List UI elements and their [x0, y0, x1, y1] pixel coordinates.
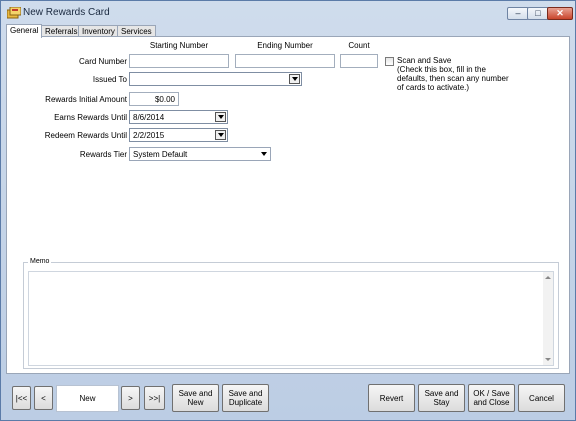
close-button[interactable]: ✕	[547, 7, 573, 20]
dropdown-arrow-icon[interactable]	[289, 74, 300, 84]
tab-general[interactable]: General	[6, 24, 43, 38]
ending-number-header: Ending Number	[257, 41, 313, 50]
issued-to-label: Issued To	[92, 75, 127, 84]
record-state-text: New	[79, 394, 96, 403]
previous-record-button[interactable]: <	[34, 386, 53, 410]
next-record-button[interactable]: >	[121, 386, 140, 410]
redeem-until-datepicker[interactable]: 2/2/2015	[129, 128, 228, 142]
minimize-button[interactable]: –	[507, 7, 529, 20]
window-title: New Rewards Card	[23, 7, 110, 18]
redeem-until-value: 2/2/2015	[133, 131, 165, 140]
memo-textarea[interactable]	[28, 271, 554, 366]
scroll-down-icon[interactable]	[545, 358, 551, 361]
scan-and-save-hint: (Check this box, fill in the defaults, t…	[397, 65, 509, 92]
save-and-duplicate-button[interactable]: Save and Duplicate	[222, 384, 269, 412]
memo-scrollbar[interactable]	[543, 272, 553, 365]
maximize-icon: □	[535, 8, 541, 18]
maximize-button[interactable]: □	[527, 7, 549, 20]
scan-and-save-checkbox[interactable]	[385, 57, 394, 66]
calendar-dropdown-icon[interactable]	[215, 112, 226, 122]
earns-until-label: Earns Rewards Until	[54, 113, 127, 122]
title-bar[interactable]: New Rewards Card – □ ✕	[1, 1, 575, 25]
initial-amount-label: Rewards Initial Amount	[45, 95, 127, 104]
card-number-start-field[interactable]	[129, 54, 229, 68]
earns-until-value: 8/6/2014	[133, 113, 165, 122]
issued-to-combo[interactable]	[129, 72, 302, 86]
record-state-display: New	[56, 385, 119, 412]
save-and-stay-button[interactable]: Save and Stay	[418, 384, 465, 412]
scan-and-save-label: Scan and Save	[397, 56, 452, 65]
starting-number-header: Starting Number	[149, 41, 209, 50]
revert-button[interactable]: Revert	[368, 384, 415, 412]
initial-amount-field[interactable]	[129, 92, 179, 106]
close-icon: ✕	[556, 8, 564, 18]
rewards-card-icon	[7, 7, 21, 19]
card-number-label: Card Number	[78, 57, 127, 66]
calendar-dropdown-icon[interactable]	[215, 130, 226, 140]
redeem-until-label: Redeem Rewards Until	[44, 131, 127, 140]
earns-until-datepicker[interactable]: 8/6/2014	[129, 110, 228, 124]
minimize-icon: –	[515, 8, 521, 18]
rewards-tier-select[interactable]: System Default	[129, 147, 271, 161]
count-header: Count	[348, 41, 370, 50]
scroll-up-icon[interactable]	[545, 276, 551, 279]
rewards-tier-value: System Default	[133, 150, 188, 159]
memo-group: Memo	[23, 258, 559, 369]
save-and-new-button[interactable]: Save and New	[172, 384, 219, 412]
ok-save-and-close-button[interactable]: OK / Save and Close	[468, 384, 515, 412]
first-record-button[interactable]: |<<	[12, 386, 31, 410]
rewards-card-window: New Rewards Card – □ ✕ General Referrals…	[0, 0, 576, 421]
card-number-count-field[interactable]	[340, 54, 378, 68]
chevron-down-icon[interactable]	[258, 149, 269, 159]
cancel-button[interactable]: Cancel	[518, 384, 565, 412]
rewards-tier-label: Rewards Tier	[79, 150, 127, 159]
last-record-button[interactable]: >>|	[144, 386, 165, 410]
general-tab-panel: Starting Number Ending Number Count Card…	[6, 36, 570, 374]
card-number-end-field[interactable]	[235, 54, 335, 68]
memo-label: Memo	[28, 258, 52, 265]
